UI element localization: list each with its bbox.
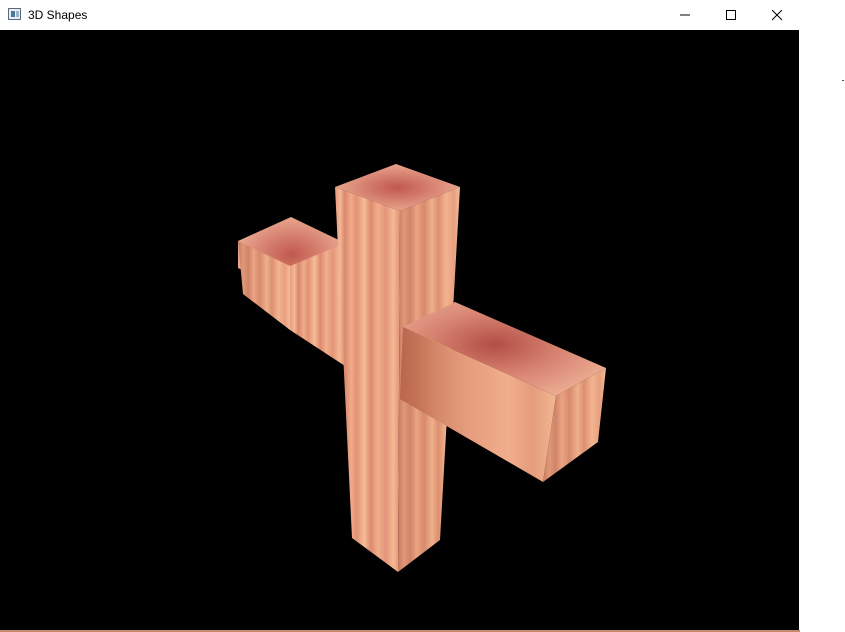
title-bar[interactable]: 3D Shapes xyxy=(0,0,800,30)
wooden-cross-render xyxy=(238,164,606,572)
render-viewport[interactable] xyxy=(0,30,799,630)
application-window-icon[interactable] xyxy=(8,8,21,20)
close-button[interactable] xyxy=(754,0,800,30)
window-title: 3D Shapes xyxy=(28,8,88,22)
minimize-icon xyxy=(680,14,690,16)
app-window: 3D Shapes xyxy=(0,0,800,632)
left-arm xyxy=(238,217,345,366)
minimize-button[interactable] xyxy=(662,0,708,30)
maximize-button[interactable] xyxy=(708,0,754,30)
desktop-dot xyxy=(842,80,844,81)
maximize-icon xyxy=(726,10,736,20)
close-icon xyxy=(772,10,783,21)
